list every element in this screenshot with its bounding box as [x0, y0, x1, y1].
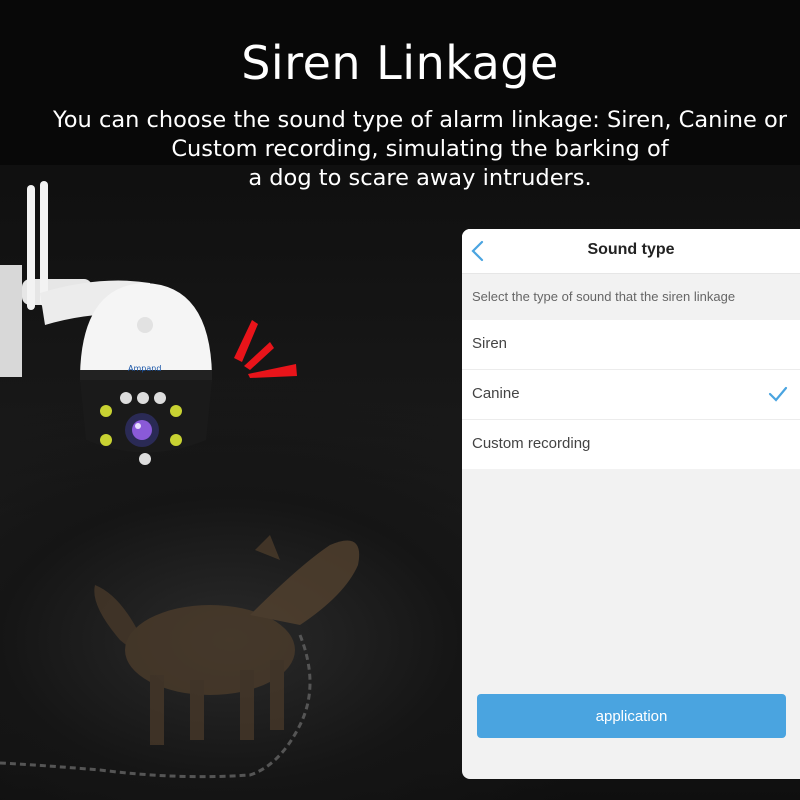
option-canine[interactable]: Canine [462, 370, 800, 420]
alarm-sound-icon [234, 320, 297, 378]
security-camera-and-dog-illustration: Ampand [0, 181, 360, 779]
application-button[interactable]: application [477, 694, 786, 738]
instruction-text: Select the type of sound that the siren … [472, 289, 736, 304]
option-label: Siren [472, 335, 508, 352]
dog-silhouette [94, 535, 360, 745]
camera-dome [80, 283, 212, 465]
option-label: Canine [472, 385, 520, 402]
checkmark-icon [768, 386, 788, 402]
page-title: Siren Linkage [241, 36, 559, 90]
option-siren[interactable]: Siren [462, 320, 800, 370]
sound-option-list: Siren Canine Custom recording [462, 320, 800, 469]
option-custom-recording[interactable]: Custom recording [462, 420, 800, 469]
camera-brand-logo: Ampand [128, 364, 161, 373]
option-label: Custom recording [472, 435, 591, 452]
sound-type-screen: Sound type Select the type of sound that… [462, 229, 800, 779]
screen-title: Sound type [587, 241, 675, 258]
nav-bar: Sound type [462, 229, 800, 274]
